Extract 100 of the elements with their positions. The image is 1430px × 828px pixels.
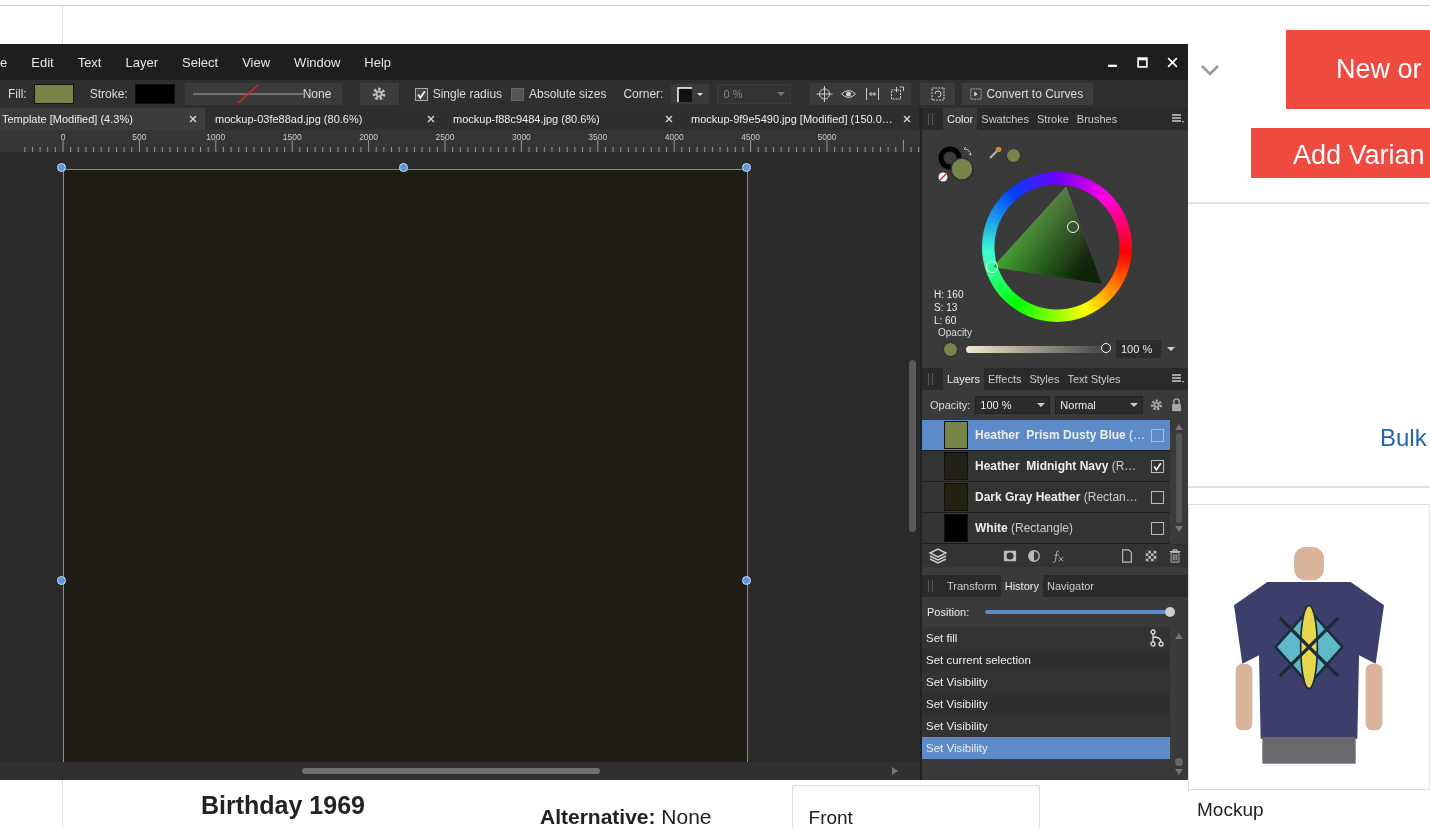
- visibility-checkbox[interactable]: [1151, 428, 1164, 442]
- panel-tab[interactable]: Navigator: [1042, 575, 1099, 597]
- fill-swatch[interactable]: [33, 84, 74, 104]
- opacity-dropdown[interactable]: 100 %: [975, 396, 1051, 414]
- menu-icon[interactable]: [1172, 114, 1184, 124]
- close-tab-icon[interactable]: [189, 115, 197, 123]
- picked-color-swatch[interactable]: [1006, 148, 1021, 163]
- close-tab-icon[interactable]: [427, 115, 435, 123]
- mockup-card[interactable]: [1188, 504, 1430, 790]
- panel-tab[interactable]: Color: [943, 108, 978, 130]
- stroke-label: Stroke:: [89, 87, 128, 101]
- selection-handle[interactable]: [742, 163, 751, 172]
- menu-item[interactable]: Select: [170, 54, 231, 70]
- document-tab[interactable]: mockup-9f9e5490.jpg [Modified] (150.0…: [681, 108, 919, 130]
- visibility-checkbox[interactable]: [1151, 490, 1164, 504]
- front-label: Front: [808, 807, 853, 828]
- ruler-label: 4500: [741, 132, 761, 142]
- panel-tab[interactable]: Swatches: [977, 108, 1033, 130]
- menu-item[interactable]: View: [230, 54, 283, 70]
- visibility-checkbox[interactable]: [1151, 521, 1164, 535]
- distribute-icon[interactable]: [864, 86, 882, 102]
- effects-icon[interactable]: [1051, 548, 1065, 563]
- checkbox-label[interactable]: Single radius: [432, 87, 503, 101]
- panel-tab[interactable]: Brushes: [1072, 108, 1122, 130]
- checkbox[interactable]: [414, 87, 428, 101]
- scrollbar-thumb[interactable]: [1175, 758, 1183, 766]
- settings-button[interactable]: [359, 83, 399, 105]
- close-tab-icon[interactable]: [665, 115, 673, 123]
- trash-icon[interactable]: [1168, 548, 1182, 563]
- ruler-label: 2500: [435, 132, 455, 142]
- adjustment-icon[interactable]: [1027, 548, 1041, 563]
- page-icon[interactable]: [1120, 548, 1134, 563]
- slider-thumb[interactable]: [1165, 607, 1176, 617]
- scrollbar-thumb[interactable]: [1176, 433, 1182, 523]
- chevron-down-icon[interactable]: [1200, 63, 1220, 76]
- slider-thumb[interactable]: [1101, 342, 1111, 353]
- selection-handle[interactable]: [57, 576, 66, 585]
- scroll-up-icon[interactable]: [1175, 633, 1183, 639]
- scroll-up-icon[interactable]: [1175, 424, 1183, 430]
- layer-name: Dark Gray Heather (Rectan…: [975, 490, 1139, 504]
- panel-tab[interactable]: Transform: [943, 575, 1001, 597]
- maximize-icon[interactable]: [1137, 56, 1148, 68]
- panel-tab[interactable]: Effects: [984, 368, 1026, 390]
- layer-row[interactable]: White (Rectangle): [922, 513, 1170, 544]
- menu-item[interactable]: Layer: [113, 54, 170, 70]
- scrollbar-thumb[interactable]: [302, 768, 600, 774]
- panel-tab[interactable]: Layers: [943, 368, 985, 390]
- selection-handle[interactable]: [742, 576, 751, 585]
- close-icon[interactable]: [1167, 56, 1178, 68]
- corner-amount-field[interactable]: 0 %: [717, 84, 792, 104]
- panel-tab[interactable]: Styles: [1025, 368, 1064, 390]
- menu-item[interactable]: Edit: [19, 54, 66, 70]
- menu-item[interactable]: Window: [282, 54, 353, 70]
- line-style-dropdown[interactable]: None: [184, 83, 342, 105]
- scroll-down-icon[interactable]: [1175, 526, 1183, 532]
- document-tab[interactable]: Template [Modified] (4.3%): [0, 108, 205, 130]
- close-tab-icon[interactable]: [903, 115, 911, 123]
- corner-dropdown[interactable]: [671, 84, 710, 104]
- menu-item[interactable]: e: [0, 54, 20, 70]
- history-item[interactable]: Set current selection: [922, 649, 1170, 671]
- visibility-checkbox[interactable]: [1151, 459, 1164, 473]
- history-item[interactable]: Set fill: [922, 627, 1170, 649]
- eyedropper-icon[interactable]: [988, 146, 1002, 160]
- blend-mode-dropdown[interactable]: Normal: [1055, 396, 1144, 414]
- scrollbar-thumb[interactable]: [909, 360, 916, 532]
- menu-item[interactable]: Help: [352, 54, 404, 70]
- history-item[interactable]: Set Visibility: [922, 715, 1170, 737]
- rotate-icon[interactable]: [920, 83, 956, 105]
- history-item[interactable]: Set Visibility: [922, 671, 1170, 693]
- layer-row[interactable]: Heather Midnight Navy (R…: [922, 451, 1170, 482]
- transform-icon[interactable]: [888, 86, 906, 102]
- convert-to-curves-button[interactable]: Convert to Curves: [962, 83, 1094, 105]
- selection-handle[interactable]: [399, 163, 408, 172]
- layer-row[interactable]: Dark Gray Heather (Rectan…: [922, 482, 1170, 513]
- history-item[interactable]: Set Visibility: [922, 693, 1170, 715]
- selection-handle[interactable]: [57, 163, 66, 172]
- bulk-link[interactable]: Bulk: [1380, 424, 1427, 452]
- document-tab[interactable]: mockup-f88c9484.jpg (80.6%): [443, 108, 681, 130]
- panel-tab[interactable]: Text Styles: [1063, 368, 1125, 390]
- lock-icon[interactable]: [1170, 398, 1184, 412]
- stroke-swatch[interactable]: [134, 84, 175, 104]
- opacity-field[interactable]: 100 %: [1116, 340, 1161, 358]
- new-button[interactable]: New or: [1286, 30, 1430, 109]
- branch-icon[interactable]: [1150, 629, 1164, 647]
- menu-item[interactable]: Text: [65, 54, 114, 70]
- layers-icon[interactable]: [928, 547, 948, 564]
- panel-tab[interactable]: History: [1000, 575, 1043, 597]
- checkerboard-icon[interactable]: [1144, 548, 1158, 563]
- menu-icon[interactable]: [1172, 374, 1184, 384]
- add-variant-button[interactable]: Add Varian: [1251, 128, 1430, 178]
- scroll-right-icon[interactable]: [892, 767, 898, 775]
- checkbox-label[interactable]: Absolute sizes: [529, 87, 607, 101]
- settings-icon[interactable]: [1150, 398, 1164, 412]
- panel-tab[interactable]: Stroke: [1033, 108, 1073, 130]
- crosshair-icon[interactable]: [816, 86, 834, 102]
- checkbox[interactable]: [511, 87, 525, 101]
- scroll-down-icon[interactable]: [1175, 769, 1183, 775]
- mask-icon[interactable]: [1003, 548, 1017, 563]
- dropdown-icon[interactable]: [1167, 347, 1175, 351]
- document-tab[interactable]: mockup-03fe88ad.jpg (80.6%): [205, 108, 443, 130]
